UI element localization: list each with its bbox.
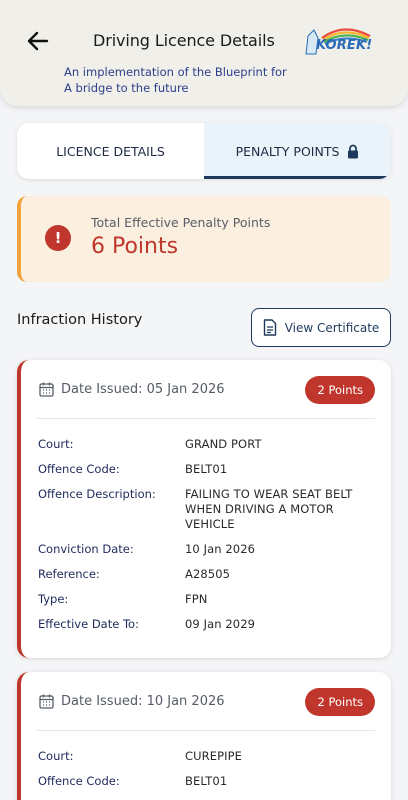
divider (37, 418, 375, 419)
field-value: BELT01 (185, 774, 228, 788)
infraction-card: Date Issued: 05 Jan 2026 2 Points Court:… (17, 360, 391, 658)
back-button[interactable] (24, 28, 52, 54)
field-label: Reference: (38, 567, 100, 581)
field-value: GRAND PORT (185, 437, 262, 451)
penalty-summary-card: ! Total Effective Penalty Points 6 Point… (17, 196, 391, 282)
header-subtitle: An implementation of the Blueprint for A… (64, 65, 287, 95)
field-value: FAILING TO WEAR SEAT BELT WHEN DRIVING A… (185, 487, 353, 531)
tab-licence-details-label: LICENCE DETAILS (56, 143, 165, 159)
summary-label: Total Effective Penalty Points (91, 215, 271, 230)
calendar-icon (39, 382, 54, 397)
page-title: Driving Licence Details (93, 31, 275, 50)
calendar-icon (39, 694, 54, 709)
date-issued: Date Issued: 10 Jan 2026 (61, 694, 225, 709)
infraction-card-header: Date Issued: 10 Jan 2026 2 Points (21, 672, 391, 730)
field-label: Offence Code: (38, 774, 120, 788)
document-icon (263, 319, 276, 336)
summary-value: 6 Points (91, 234, 179, 259)
points-badge: 2 Points (305, 688, 375, 716)
tab-penalty-points-label: PENALTY POINTS (235, 143, 340, 159)
app-header: Driving Licence Details An implementatio… (0, 0, 408, 106)
view-certificate-button[interactable]: View Certificate (251, 308, 391, 347)
field-value: 09 Jan 2029 (185, 617, 256, 631)
field-label: Offence Description: (38, 487, 156, 501)
field-value: BELT01 (185, 462, 228, 476)
infraction-card-header: Date Issued: 05 Jan 2026 2 Points (21, 360, 391, 418)
field-label: Conviction Date: (38, 542, 134, 556)
field-value: 10 Jan 2026 (185, 542, 256, 556)
section-title: Infraction History (17, 312, 143, 328)
field-label: Type: (38, 592, 69, 606)
field-value: A28505 (185, 567, 231, 581)
date-issued: Date Issued: 05 Jan 2026 (61, 382, 225, 397)
logo-text: KOREK! (316, 38, 373, 53)
tab-penalty-points[interactable]: PENALTY POINTS (204, 123, 391, 179)
lock-icon (348, 144, 359, 158)
exclamation-icon: ! (45, 225, 71, 251)
view-certificate-label: View Certificate (284, 320, 380, 335)
points-badge: 2 Points (305, 376, 375, 404)
tab-licence-details[interactable]: LICENCE DETAILS (17, 123, 204, 179)
field-label: Court: (38, 749, 74, 763)
korek-logo: KOREK! (302, 24, 376, 58)
field-label: Court: (38, 437, 74, 451)
field-label: Offence Code: (38, 462, 120, 476)
field-label: Effective Date To: (38, 617, 139, 631)
arrow-left-icon (27, 31, 49, 51)
infraction-card: Date Issued: 10 Jan 2026 2 Points Court:… (17, 672, 391, 800)
field-value: CUREPIPE (185, 749, 243, 763)
divider (37, 730, 375, 731)
tab-bar: LICENCE DETAILS PENALTY POINTS (17, 123, 391, 179)
field-value: FPN (185, 592, 208, 606)
